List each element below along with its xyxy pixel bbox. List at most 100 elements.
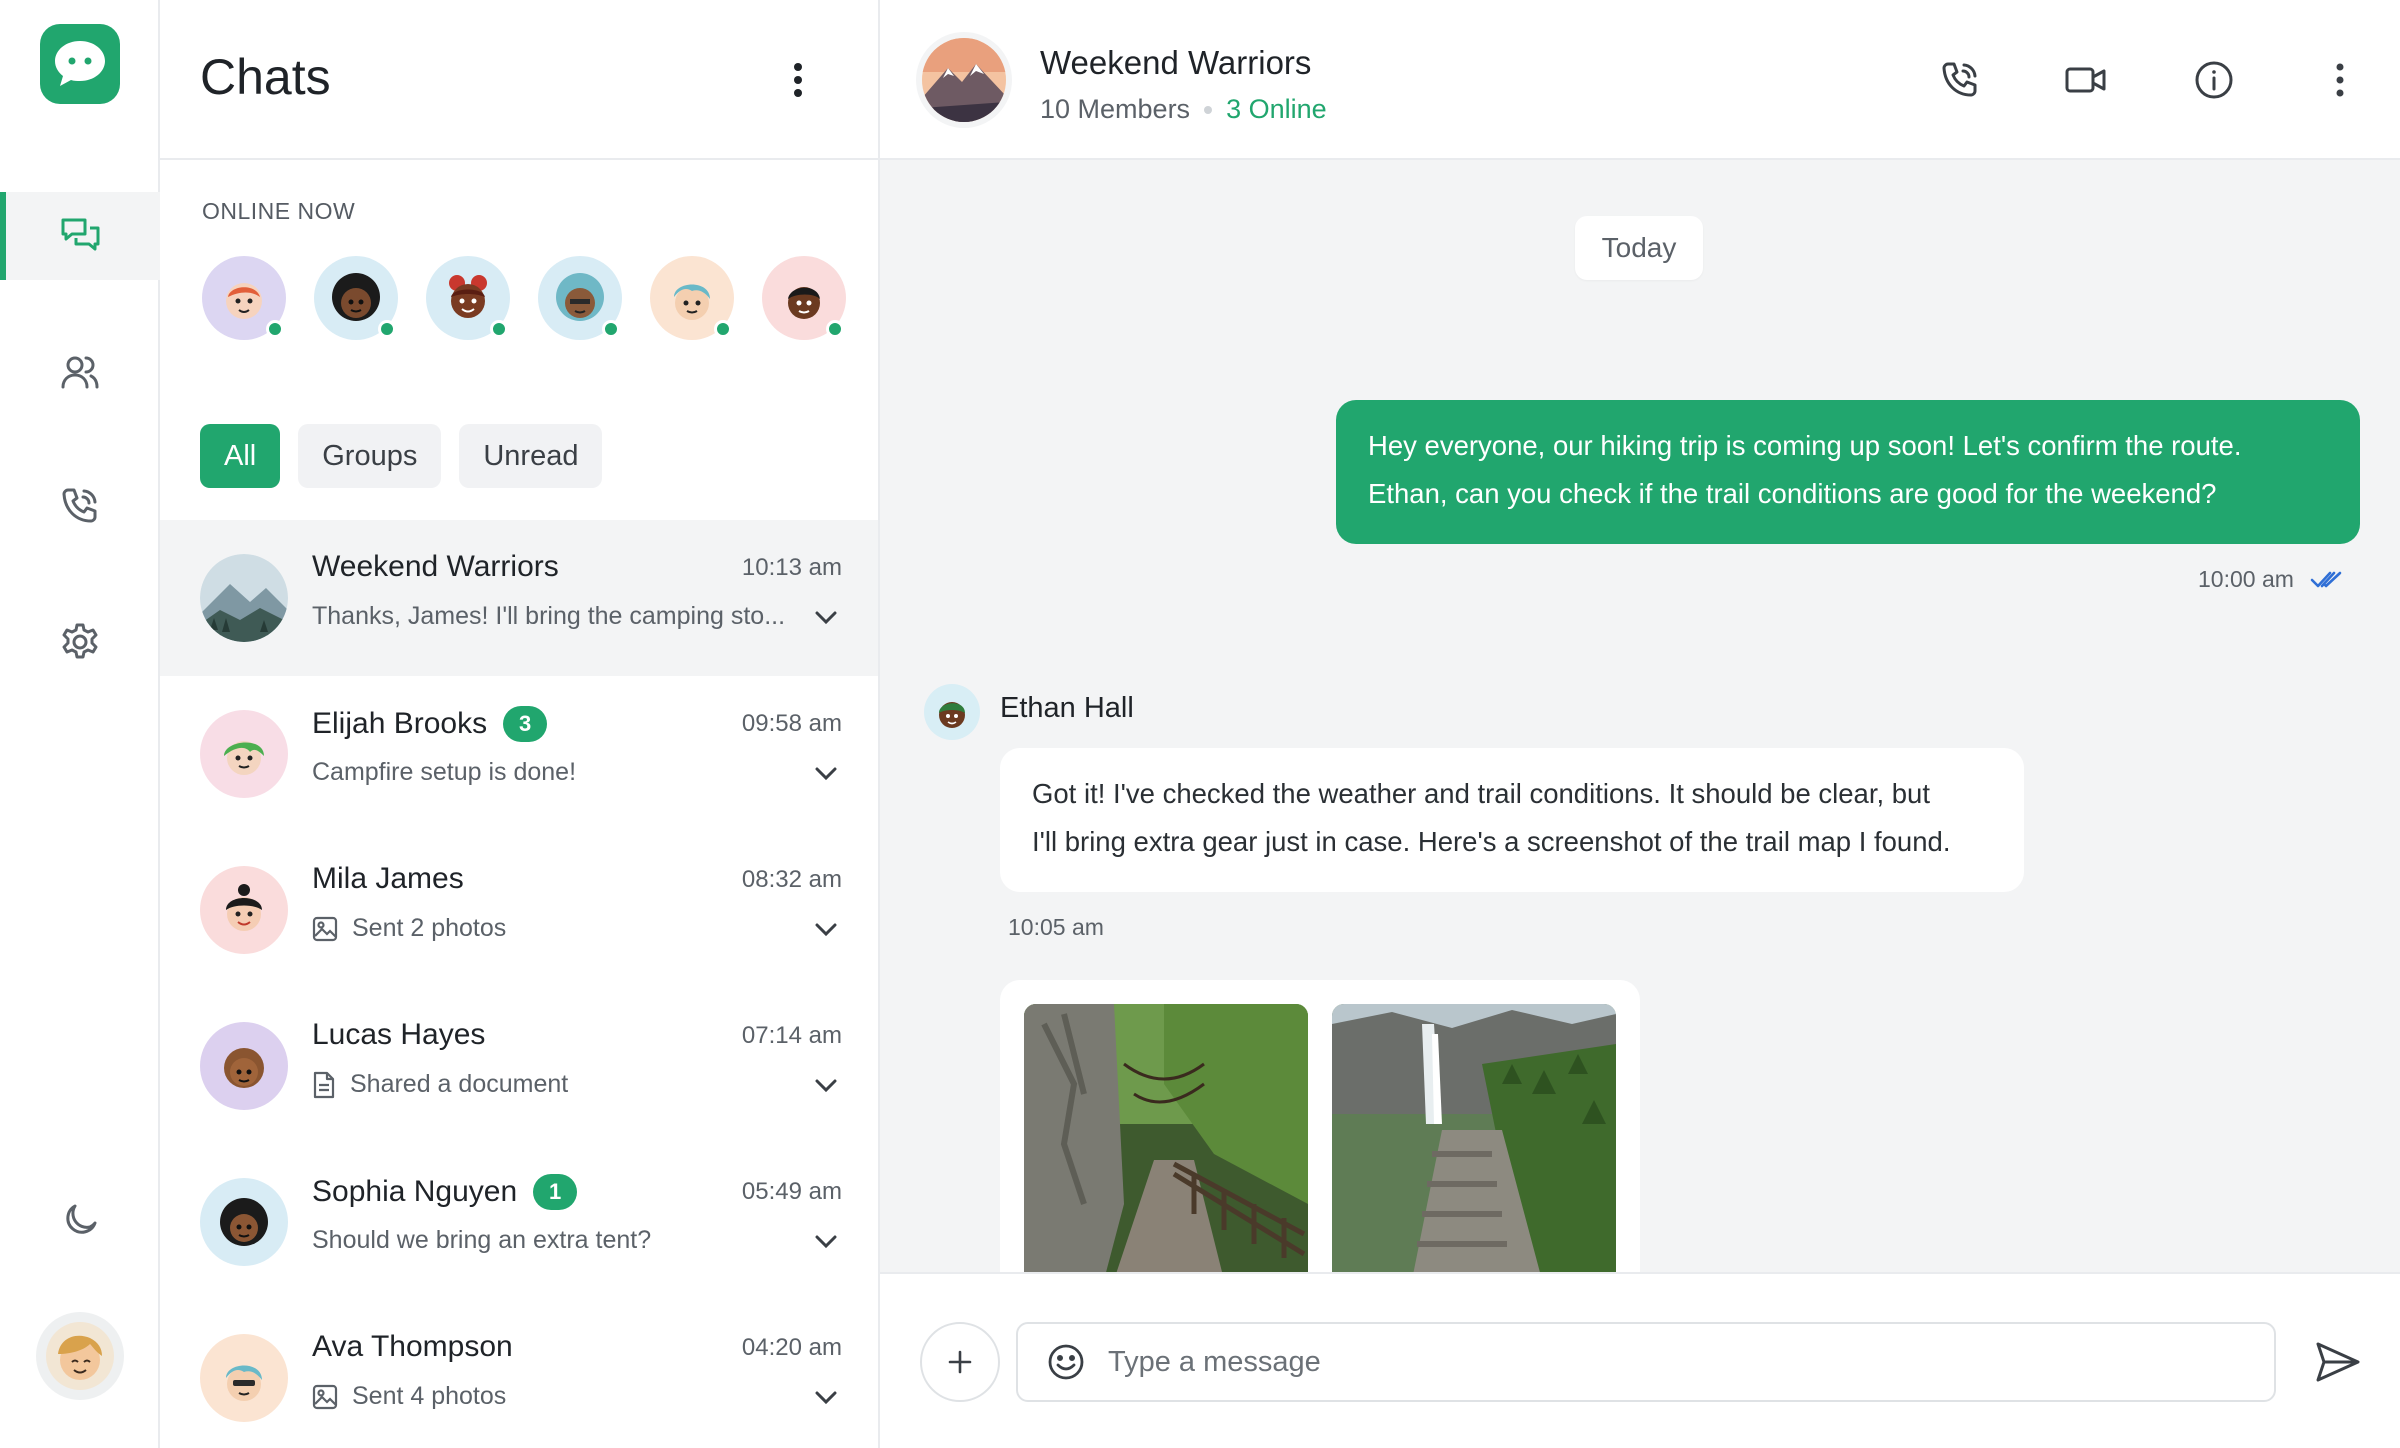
filter-unread[interactable]: Unread <box>459 424 603 488</box>
online-user-avatar[interactable] <box>538 256 622 340</box>
sender-name: Ethan Hall <box>1000 692 1134 724</box>
chat-list-panel: Chats ONLINE NOW All Groups Unread Weeke… <box>160 0 880 1448</box>
chat-name: Weekend Warriors <box>312 550 559 583</box>
chat-list: Weekend Warriors 10:13 am Thanks, James!… <box>160 520 878 1448</box>
send-button[interactable] <box>2308 1332 2368 1392</box>
message-text-line: Got it! I've checked the weather and tra… <box>1032 778 1930 809</box>
rail-contacts[interactable] <box>0 328 160 416</box>
image-icon <box>312 916 338 941</box>
rail-chats[interactable] <box>0 192 160 280</box>
user-avatar-icon <box>220 1198 268 1246</box>
message-input-wrapper <box>1016 1322 2276 1402</box>
info-icon <box>2195 61 2233 99</box>
message-text-line: Hey everyone, our hiking trip is coming … <box>1368 430 2242 461</box>
online-user-avatar[interactable] <box>426 256 510 340</box>
online-status-dot <box>826 320 844 338</box>
chat-list-item[interactable]: Mila James 08:32 am Sent 2 photos <box>160 832 878 988</box>
chevron-down-icon <box>815 611 837 625</box>
chat-bubble-icon <box>55 41 105 86</box>
online-status-dot <box>602 320 620 338</box>
chat-filters: All Groups Unread <box>200 424 603 488</box>
sender-avatar[interactable] <box>924 684 980 740</box>
emoji-icon[interactable] <box>1046 1342 1086 1382</box>
chats-icon <box>61 218 100 251</box>
rail-calls[interactable] <box>0 462 160 550</box>
voice-call-button[interactable] <box>1932 52 1988 108</box>
incoming-message[interactable]: Got it! I've checked the weather and tra… <box>1000 748 2024 892</box>
filter-all[interactable]: All <box>200 424 281 488</box>
conversation-pane: Weekend Warriors 10 Members 3 Online Tod… <box>880 0 2400 1448</box>
chat-preview: Sent 4 photos <box>312 1382 506 1411</box>
forest-trail-photo-icon <box>1024 1004 1308 1280</box>
online-count: 3 Online <box>1226 94 1327 124</box>
info-button[interactable] <box>2186 52 2242 108</box>
contact-avatar <box>200 1334 288 1422</box>
mountain-sunset-icon <box>922 38 1006 122</box>
chat-list-item[interactable]: Sophia Nguyen 1 05:49 am Should we bring … <box>160 1144 878 1300</box>
online-user-avatar[interactable] <box>762 256 846 340</box>
outgoing-message[interactable]: Hey everyone, our hiking trip is coming … <box>1336 400 2360 544</box>
message-time: 10:00 am <box>2198 566 2294 592</box>
meta-separator <box>1204 105 1213 114</box>
conversation-header: Weekend Warriors 10 Members 3 Online <box>880 0 2400 160</box>
chat-name: Ava Thompson <box>312 1330 513 1363</box>
mountain-landscape-icon <box>200 554 288 642</box>
filter-groups[interactable]: Groups <box>298 424 442 488</box>
phone-call-icon <box>1942 62 1977 97</box>
more-vertical-icon <box>2336 63 2344 97</box>
chat-list-item[interactable]: Lucas Hayes 07:14 am Shared a document <box>160 988 878 1144</box>
app-logo[interactable] <box>40 24 120 104</box>
online-now-row <box>202 256 846 340</box>
trail-photo[interactable] <box>1332 1004 1616 1280</box>
chat-preview: Should we bring an extra tent? <box>312 1226 652 1254</box>
online-user-avatar[interactable] <box>650 256 734 340</box>
conversation-menu-button[interactable] <box>2312 52 2368 108</box>
online-status-dot <box>490 320 508 338</box>
plus-icon <box>948 1350 972 1374</box>
chat-options-button[interactable] <box>810 758 842 790</box>
chat-list-item[interactable]: Elijah Brooks 3 09:58 am Campfire setup i… <box>160 676 878 832</box>
video-call-button[interactable] <box>2058 52 2114 108</box>
chat-name: Lucas Hayes <box>312 1018 486 1051</box>
chat-preview: Campfire setup is done! <box>312 758 577 786</box>
chat-time: 10:13 am <box>741 554 842 581</box>
double-check-icon <box>2310 571 2342 587</box>
chat-options-button[interactable] <box>810 914 842 946</box>
theme-toggle[interactable] <box>0 1176 160 1264</box>
rail-settings[interactable] <box>0 598 160 686</box>
attach-button[interactable] <box>920 1322 1000 1402</box>
chat-time: 09:58 am <box>741 710 842 737</box>
online-status-dot <box>714 320 732 338</box>
waterfall-trail-photo-icon <box>1332 1004 1616 1280</box>
online-now-label: ONLINE NOW <box>202 198 356 224</box>
online-user-avatar[interactable] <box>202 256 286 340</box>
chevron-down-icon <box>815 923 837 937</box>
member-count: 10 Members <box>1040 94 1191 124</box>
contact-avatar <box>200 1178 288 1266</box>
profile-avatar[interactable] <box>36 1312 124 1400</box>
outgoing-message-meta: 10:00 am <box>2198 566 2342 593</box>
document-icon <box>313 1071 335 1098</box>
chevron-down-icon <box>815 1391 837 1405</box>
chat-preview: Sent 2 photos <box>312 914 506 943</box>
list-menu-button[interactable] <box>778 52 818 108</box>
chat-options-button[interactable] <box>810 1070 842 1102</box>
chat-list-item[interactable]: Weekend Warriors 10:13 am Thanks, James!… <box>160 520 878 676</box>
online-status-dot <box>266 320 284 338</box>
user-avatar-icon <box>224 1048 264 1088</box>
contact-avatar <box>200 1022 288 1110</box>
chat-options-button[interactable] <box>810 1226 842 1258</box>
chevron-down-icon <box>815 1079 837 1093</box>
message-input[interactable] <box>1108 1345 2208 1379</box>
chat-options-button[interactable] <box>810 602 842 634</box>
online-status-dot <box>378 320 396 338</box>
trail-photo[interactable] <box>1024 1004 1308 1280</box>
group-avatar[interactable] <box>922 38 1006 122</box>
chat-list-item[interactable]: Ava Thompson 04:20 am Sent 4 photos <box>160 1300 878 1448</box>
chat-options-button[interactable] <box>810 1382 842 1414</box>
chat-name: Sophia Nguyen 1 <box>312 1174 578 1210</box>
calls-icon <box>62 488 97 523</box>
message-text-line: I'll bring extra gear just in case. Here… <box>1032 826 1951 857</box>
send-icon <box>2316 1342 2360 1382</box>
online-user-avatar[interactable] <box>314 256 398 340</box>
